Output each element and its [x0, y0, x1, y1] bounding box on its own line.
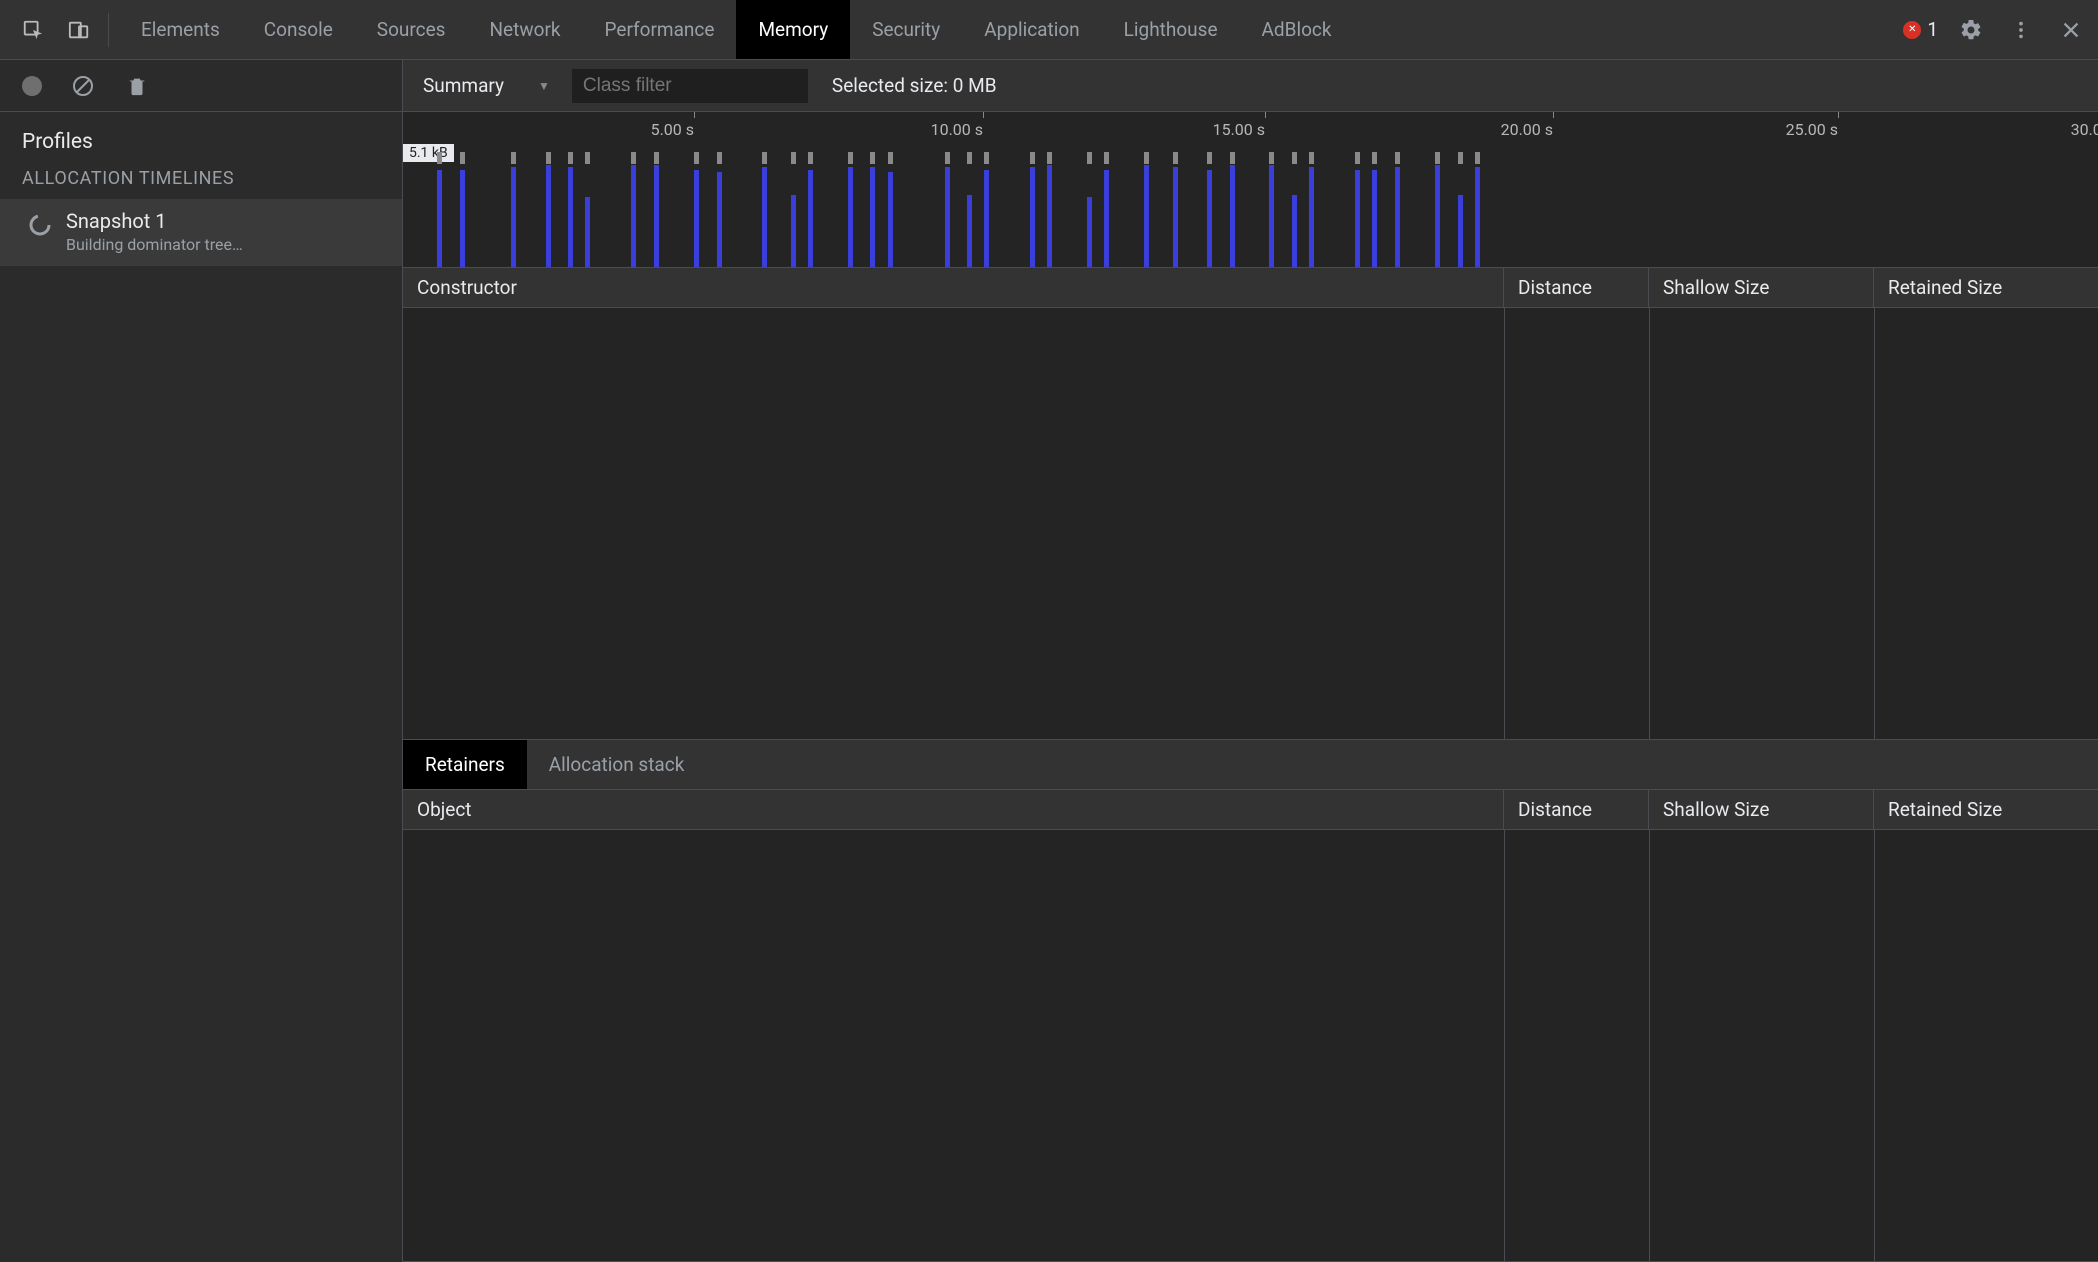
- more-menu-icon[interactable]: [2004, 13, 2038, 47]
- profiles-sidebar: Profiles ALLOCATION TIMELINES Snapshot 1…: [0, 60, 403, 1262]
- allocation-bar: [1030, 167, 1035, 267]
- summary-filter-bar: Summary ▼ Selected size: 0 MB: [403, 60, 2098, 112]
- allocation-bar: [1269, 165, 1274, 267]
- tab-console[interactable]: Console: [242, 0, 355, 59]
- allocation-bar: [1047, 165, 1052, 267]
- allocation-bar: [870, 167, 875, 267]
- close-icon[interactable]: [2054, 13, 2088, 47]
- tab-adblock[interactable]: AdBlock: [1240, 0, 1354, 59]
- clear-icon[interactable]: [70, 73, 96, 99]
- allocation-bar: [437, 170, 442, 267]
- tab-memory[interactable]: Memory: [736, 0, 850, 59]
- loading-spinner-icon: [28, 213, 52, 237]
- allocation-bar: [1087, 197, 1092, 267]
- object-table-header: ObjectDistanceShallow SizeRetained Size: [403, 790, 2098, 830]
- allocation-bar: [1173, 167, 1178, 267]
- memory-main-panel: Summary ▼ Selected size: 0 MB 5.1 kB 5.0…: [403, 60, 2098, 1262]
- tab-application[interactable]: Application: [962, 0, 1101, 59]
- allocation-bar: [568, 167, 573, 267]
- allocation-bar: [984, 170, 989, 267]
- time-tick-label: 15.00 s: [1213, 120, 1265, 139]
- allocation-bar: [546, 165, 551, 267]
- inspect-element-icon[interactable]: [14, 11, 52, 49]
- allocation-bar: [717, 172, 722, 267]
- snapshot-name: Snapshot 1: [66, 209, 243, 233]
- allocation-bar: [1144, 165, 1149, 267]
- allocation-bar: [1475, 167, 1480, 267]
- column-header[interactable]: Object: [403, 790, 1504, 829]
- allocation-bar: [762, 167, 767, 267]
- error-badge[interactable]: 1: [1903, 18, 1938, 41]
- devtools-tabbar: ElementsConsoleSourcesNetworkPerformance…: [0, 0, 2098, 60]
- allocation-bar: [967, 195, 972, 267]
- panel-tabs: ElementsConsoleSourcesNetworkPerformance…: [119, 0, 1354, 59]
- time-tick-label: 25.00 s: [1786, 120, 1838, 139]
- allocation-bar: [888, 172, 893, 267]
- snapshot-item[interactable]: Snapshot 1 Building dominator tree…: [0, 199, 402, 266]
- allocation-bar: [848, 167, 853, 267]
- allocation-bar: [791, 195, 796, 267]
- tab-elements[interactable]: Elements: [119, 0, 242, 59]
- allocation-timeline-chart[interactable]: 5.1 kB 5.00 s 10.00 s 15.00 s 20.00 s 25.00 …: [403, 112, 2098, 268]
- allocation-bar: [1458, 195, 1463, 267]
- column-header[interactable]: Retained Size: [1874, 790, 2098, 829]
- snapshot-status: Building dominator tree…: [66, 235, 243, 254]
- chevron-down-icon: ▼: [538, 79, 550, 93]
- tab-performance[interactable]: Performance: [583, 0, 737, 59]
- allocation-bar: [654, 165, 659, 267]
- allocation-bar: [1309, 167, 1314, 267]
- column-header[interactable]: Distance: [1504, 790, 1649, 829]
- retainers-tab[interactable]: Allocation stack: [527, 740, 707, 789]
- column-header[interactable]: Retained Size: [1874, 268, 2098, 307]
- allocation-bar: [1435, 165, 1440, 267]
- allocation-bar: [1355, 170, 1360, 267]
- allocation-bar: [460, 170, 465, 267]
- allocation-timelines-group: ALLOCATION TIMELINES: [0, 168, 402, 199]
- size-chip: 5.1 kB: [403, 144, 454, 162]
- tab-network[interactable]: Network: [467, 0, 582, 59]
- allocation-bar: [1230, 165, 1235, 267]
- allocation-bar: [585, 197, 590, 267]
- tab-security[interactable]: Security: [850, 0, 962, 59]
- allocation-bar: [945, 167, 950, 267]
- tab-lighthouse[interactable]: Lighthouse: [1102, 0, 1240, 59]
- allocation-bar: [808, 170, 813, 267]
- delete-icon[interactable]: [124, 73, 150, 99]
- retainers-tab[interactable]: Retainers: [403, 740, 527, 789]
- view-mode-label: Summary: [423, 74, 504, 97]
- allocation-bar: [694, 170, 699, 267]
- error-count: 1: [1927, 18, 1938, 41]
- column-header[interactable]: Constructor: [403, 268, 1504, 307]
- time-tick-label: 30.00 s: [2071, 120, 2098, 139]
- column-header[interactable]: Shallow Size: [1649, 268, 1874, 307]
- allocation-bar: [631, 165, 636, 267]
- error-icon: [1903, 21, 1921, 39]
- time-tick-label: 20.00 s: [1501, 120, 1553, 139]
- profiles-title: Profiles: [0, 112, 402, 168]
- selected-size-label: Selected size: 0 MB: [832, 74, 997, 97]
- separator: [108, 13, 109, 47]
- record-button[interactable]: [22, 76, 42, 96]
- column-header[interactable]: Shallow Size: [1649, 790, 1874, 829]
- class-filter-input[interactable]: [572, 69, 808, 103]
- time-tick-label: 5.00 s: [651, 120, 694, 139]
- settings-icon[interactable]: [1954, 13, 1988, 47]
- profiles-toolbar: [0, 60, 402, 112]
- constructor-table-body[interactable]: [403, 308, 2098, 740]
- toggle-device-icon[interactable]: [60, 11, 98, 49]
- constructor-table-header: ConstructorDistanceShallow SizeRetained …: [403, 268, 2098, 308]
- tab-sources[interactable]: Sources: [355, 0, 468, 59]
- view-mode-dropdown[interactable]: Summary ▼: [423, 74, 554, 97]
- object-table-body[interactable]: [403, 830, 2098, 1262]
- retainers-tabbar: RetainersAllocation stack: [403, 740, 2098, 790]
- allocation-bar: [1104, 170, 1109, 267]
- column-header[interactable]: Distance: [1504, 268, 1649, 307]
- allocation-bar: [511, 167, 516, 267]
- time-tick-label: 10.00 s: [931, 120, 983, 139]
- allocation-bar: [1395, 167, 1400, 267]
- allocation-bar: [1292, 195, 1297, 267]
- allocation-bar: [1207, 170, 1212, 267]
- allocation-bar: [1372, 170, 1377, 267]
